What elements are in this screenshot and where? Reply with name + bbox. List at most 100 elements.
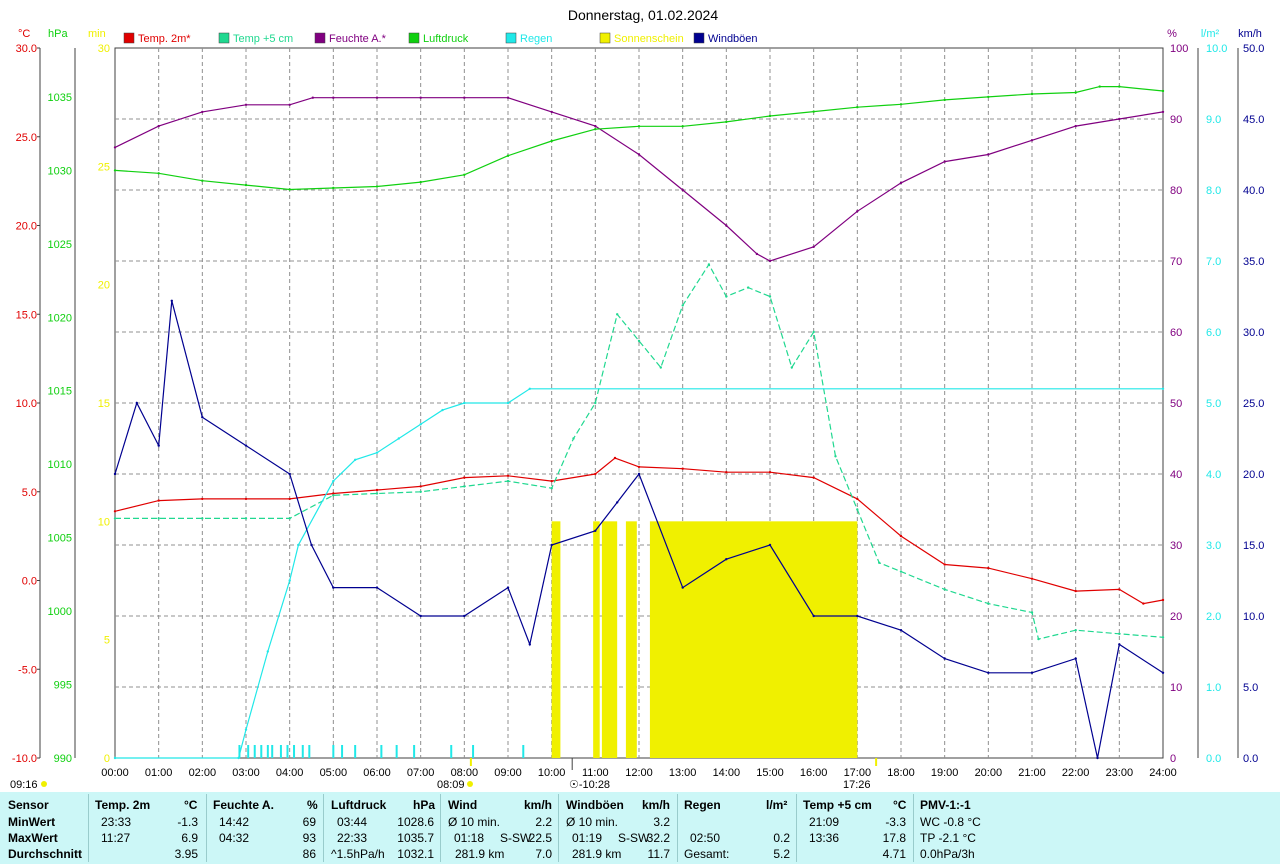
x-tick-label: 13:00 bbox=[669, 767, 697, 779]
legend-label: Sonnenschein bbox=[614, 33, 684, 45]
series-point-1 bbox=[1161, 636, 1165, 639]
stats-temp-unit: °C bbox=[184, 798, 198, 812]
series-point-3 bbox=[288, 188, 291, 191]
series-point-6 bbox=[463, 614, 466, 618]
chart-title: Donnerstag, 01.02.2024 bbox=[568, 7, 718, 23]
series-point-4 bbox=[332, 479, 335, 483]
stats-press-unit: hPa bbox=[413, 798, 436, 812]
series-point-3 bbox=[1098, 85, 1101, 88]
series-point-6 bbox=[288, 472, 291, 476]
weather-chart: Donnerstag, 01.02.2024 00:00 01:00 02:00 03… bbox=[10, 7, 1264, 791]
series-point-2 bbox=[375, 96, 379, 99]
series-point-4 bbox=[375, 451, 379, 454]
x-tick-label: 23:00 bbox=[1106, 767, 1134, 779]
series-point-0 bbox=[899, 534, 903, 538]
pressure-tick-label: 1000 bbox=[48, 606, 72, 618]
rain-tick-label: 2.0 bbox=[1206, 611, 1221, 623]
legend-label: Windböen bbox=[708, 33, 758, 45]
sun-tick-label: 0 bbox=[104, 753, 110, 765]
series-point-6 bbox=[1096, 756, 1099, 760]
series-point-1 bbox=[1030, 611, 1034, 614]
x-tick-label: 22:00 bbox=[1062, 767, 1090, 779]
series-point-0 bbox=[1161, 598, 1165, 602]
legend-label: Temp. 2m* bbox=[138, 33, 191, 45]
sunrise-label: 08:09 bbox=[437, 779, 465, 791]
stats-gust-r1a: Ø 10 min. bbox=[566, 815, 619, 829]
series-point-4 bbox=[237, 756, 240, 760]
wind-tick-label: 40.0 bbox=[1243, 185, 1264, 197]
temp-tick-label: 20.0 bbox=[16, 221, 37, 233]
series-point-1 bbox=[943, 588, 946, 591]
series-point-2 bbox=[725, 224, 728, 227]
x-tick-label: 08:00 bbox=[451, 767, 479, 779]
wind-tick-label: 50.0 bbox=[1243, 43, 1264, 55]
series-point-6 bbox=[899, 629, 903, 632]
stats-press-max: 1035.7 bbox=[397, 831, 434, 845]
x-tick-label: 03:00 bbox=[232, 767, 260, 779]
sunshine-bar bbox=[649, 521, 858, 758]
sun-tick-label: 30 bbox=[98, 43, 110, 55]
transit-label: ☉-10:28 bbox=[569, 779, 610, 791]
series-point-4 bbox=[397, 437, 400, 440]
series-point-3 bbox=[463, 173, 466, 176]
wind-tick-label: 10.0 bbox=[1243, 611, 1264, 623]
stats-temp-head: Temp. 2m bbox=[95, 798, 151, 812]
sunshine-bar bbox=[593, 521, 600, 758]
hum-tick-label: 20 bbox=[1170, 611, 1182, 623]
wind-tick-label: 30.0 bbox=[1243, 327, 1264, 339]
series-point-6 bbox=[637, 472, 641, 476]
legend-swatch bbox=[693, 32, 705, 44]
series-point-0 bbox=[856, 497, 859, 501]
rain-tick-label: 10.0 bbox=[1206, 43, 1227, 55]
hum-tick-label: 60 bbox=[1170, 327, 1182, 339]
stats-sensor-label: Sensor bbox=[8, 798, 49, 812]
stats-wind-r2a: 01:18 bbox=[454, 831, 485, 845]
series-point-2 bbox=[987, 153, 990, 156]
temp-tick-label: 5.0 bbox=[22, 487, 37, 499]
series-point-0 bbox=[506, 474, 510, 477]
series-point-1 bbox=[681, 304, 684, 307]
pressure-tick-label: 1015 bbox=[48, 386, 72, 398]
stats-gust-r1b: 3.2 bbox=[653, 815, 670, 829]
series-point-0 bbox=[419, 485, 422, 488]
series-point-4 bbox=[506, 401, 510, 405]
series-point-4 bbox=[297, 543, 300, 547]
hum-tick-label: 90 bbox=[1170, 114, 1182, 126]
series-point-2 bbox=[1161, 110, 1165, 114]
legend-swatch bbox=[599, 32, 611, 44]
stats-gust-head: Windböen bbox=[566, 798, 624, 812]
stats-rain-r3b: 5.2 bbox=[773, 847, 790, 861]
series-point-3 bbox=[856, 106, 859, 109]
series-point-2 bbox=[419, 96, 422, 99]
series-point-4 bbox=[354, 458, 357, 461]
series-point-6 bbox=[201, 416, 204, 419]
moonrise-label: 09:16 bbox=[10, 779, 38, 791]
series-point-3 bbox=[943, 98, 946, 102]
series-point-3 bbox=[1161, 89, 1165, 93]
series-point-3 bbox=[594, 128, 597, 131]
series-point-3 bbox=[1030, 92, 1034, 96]
series-point-2 bbox=[463, 96, 466, 99]
stats-t5-min: -3.3 bbox=[885, 815, 906, 829]
wind-tick-label: 35.0 bbox=[1243, 256, 1264, 268]
series-point-2 bbox=[1074, 124, 1077, 128]
series-point-0 bbox=[987, 566, 990, 570]
series-point-4 bbox=[266, 650, 269, 653]
x-tick-label: 24:00 bbox=[1149, 767, 1177, 779]
series-point-2 bbox=[506, 96, 510, 99]
stats-pmv-head: PMV-1:-1 bbox=[920, 798, 971, 812]
x-tick-label: 12:00 bbox=[625, 767, 653, 779]
stats-pmv-r1: WC -0.8 °C bbox=[920, 815, 981, 829]
x-tick-label: 19:00 bbox=[931, 767, 959, 779]
stats-gust-r2c: 32.2 bbox=[646, 831, 670, 845]
x-tick-label: 21:00 bbox=[1018, 767, 1046, 779]
legend-swatch bbox=[505, 32, 517, 44]
stats-hum-min: 69 bbox=[302, 815, 316, 829]
stats-press-min: 1028.6 bbox=[397, 815, 434, 829]
series-point-1 bbox=[768, 295, 772, 298]
series-point-1 bbox=[572, 437, 575, 440]
x-tick-label: 09:00 bbox=[494, 767, 522, 779]
stats-hum-avg: 86 bbox=[302, 847, 316, 861]
series-point-1 bbox=[812, 330, 815, 334]
series-point-1 bbox=[659, 366, 662, 369]
